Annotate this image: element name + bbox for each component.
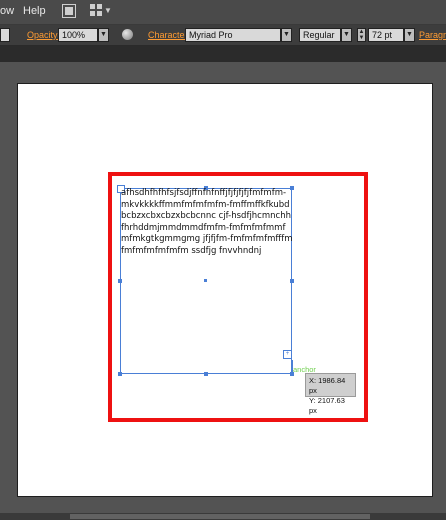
font-style-select[interactable]: Regular — [299, 28, 341, 42]
document-icon[interactable] — [62, 4, 76, 18]
frame-text-content[interactable]: afhsdhfhfhfsjfsdjffnfnfnffjfjfjfjfjfmfmf… — [120, 188, 293, 258]
font-family-select[interactable]: Myriad Pro — [185, 28, 281, 42]
chevron-down-icon[interactable]: ▼ — [104, 6, 112, 15]
arrange-documents-icon[interactable] — [90, 4, 104, 18]
scrollbar-thumb[interactable] — [70, 514, 370, 519]
coordinate-tooltip: X: 1986.84 px Y: 2107.63 px — [305, 373, 356, 415]
control-bar: Opacity: 100% ▼ Character: Myriad Pro ▼ … — [0, 25, 446, 46]
stroke-field[interactable] — [0, 28, 10, 42]
coord-y: Y: 2107.63 px — [309, 396, 345, 415]
selection-handle[interactable] — [118, 279, 122, 283]
menu-help[interactable]: Help — [23, 5, 46, 17]
character-label[interactable]: Character: — [148, 30, 190, 40]
font-size-dropdown[interactable]: ▼ — [404, 28, 415, 42]
font-size-input[interactable]: 72 pt — [368, 28, 404, 42]
selection-handle[interactable] — [204, 372, 208, 376]
font-family-dropdown[interactable]: ▼ — [281, 28, 292, 42]
center-point — [204, 279, 207, 282]
selection-handle[interactable] — [290, 279, 294, 283]
menu-window[interactable]: ow — [0, 5, 14, 17]
opacity-input[interactable]: 100% — [58, 28, 98, 42]
paragraph-label[interactable]: Paragra — [419, 30, 446, 40]
text-out-port[interactable]: + — [283, 350, 292, 359]
opacity-label[interactable]: Opacity: — [27, 30, 60, 40]
font-size-stepper[interactable]: ▲ ▼ — [357, 28, 366, 42]
font-style-dropdown[interactable]: ▼ — [341, 28, 352, 42]
opacity-dropdown[interactable]: ▼ — [98, 28, 109, 42]
menu-bar: ow Help ▼ — [0, 0, 446, 25]
document-tab-strip — [0, 46, 446, 62]
globe-icon[interactable] — [122, 29, 133, 40]
selection-handle[interactable] — [118, 372, 122, 376]
coord-x: X: 1986.84 px — [309, 376, 346, 395]
